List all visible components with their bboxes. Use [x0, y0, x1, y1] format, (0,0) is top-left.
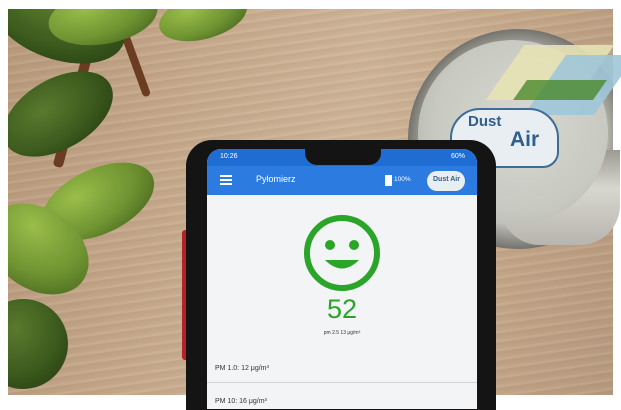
logo-text-air: Air: [510, 128, 540, 151]
app-bar: Pyłomierz 100% Dust Air: [207, 166, 477, 195]
app-logo-text: Dust Air: [433, 176, 460, 183]
sensor-stripe: [512, 80, 608, 100]
app-title: Pyłomierz: [256, 174, 296, 184]
menu-icon[interactable]: [220, 175, 232, 185]
smiley-happy-icon: [304, 215, 380, 291]
battery-icon: [385, 175, 392, 186]
pm1-reading: PM 1.0: 12 μg/m³: [215, 365, 269, 372]
smiley-eye-left: [325, 240, 335, 250]
status-battery: 60%: [450, 153, 465, 160]
device-battery: 100%: [394, 176, 411, 183]
app-logo-icon: Dust Air: [427, 171, 465, 191]
status-time: 10:26: [220, 153, 238, 160]
camera-notch: [305, 149, 381, 165]
smiley-eye-right: [349, 240, 359, 250]
pm10-reading: PM 10: 16 μg/m³: [215, 398, 267, 405]
smiley-mouth: [325, 260, 359, 269]
smiley-outline: [304, 215, 380, 291]
logo-text-dust: Dust: [468, 113, 502, 130]
sensor-fine-print: [437, 63, 525, 88]
air-quality-value: 52: [326, 294, 358, 324]
row-divider: [207, 382, 477, 383]
phone-screen: 10:26 60% Pyłomierz 100% Dust Air 52 pm …: [207, 149, 477, 409]
pm25-caption: pm 2.5 13 μg/m³: [323, 330, 361, 336]
